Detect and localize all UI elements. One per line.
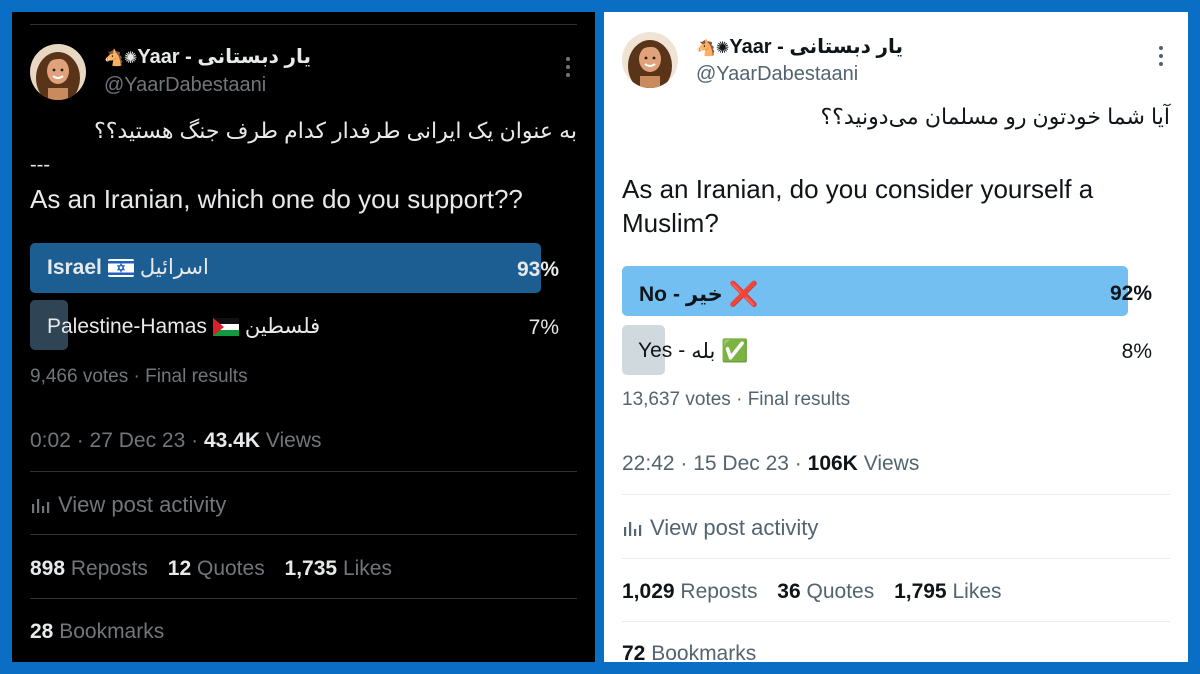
author-handle[interactable]: @YaarDabestaani bbox=[104, 74, 266, 97]
post-timestamp[interactable]: 22:42 · 15 Dec 23 · 106K Views bbox=[622, 452, 919, 476]
engagement-stats: 1,029 Reposts 36 Quotes 1,795 Likes bbox=[622, 580, 1002, 604]
post-timestamp[interactable]: 0:02 · 27 Dec 23 · 43.4K Views bbox=[30, 429, 321, 453]
poll-option-label: No - خیر ❌ bbox=[639, 280, 759, 309]
view-post-activity-label: View post activity bbox=[650, 515, 819, 540]
divider bbox=[622, 558, 1170, 559]
tweet-text-persian: به عنوان یک ایرانی طرفدار کدام طرف جنگ ه… bbox=[94, 118, 577, 143]
right-tweet-card: 🐴✺Yaar - یار دبستانی @YaarDabestaani آیا… bbox=[604, 12, 1188, 662]
name-emoji: 🐴✺ bbox=[104, 50, 138, 67]
likes-count: 1,735 bbox=[284, 557, 338, 580]
divider bbox=[30, 534, 577, 535]
views-count: 106K bbox=[807, 452, 858, 475]
likes-count: 1,795 bbox=[894, 580, 947, 603]
palestine-flag-icon bbox=[212, 317, 239, 336]
poll-option-percent: 7% bbox=[528, 316, 559, 339]
reposts-link[interactable]: 1,029 Reposts bbox=[622, 580, 757, 603]
bookmarks-count: 72 bbox=[622, 642, 646, 662]
poll-vote-count: 9,466 votes bbox=[30, 366, 129, 387]
post-date: 15 Dec 23 bbox=[693, 452, 789, 475]
poll-status: Final results bbox=[747, 389, 851, 410]
poll-option-label: Palestine-Hamas فلسطین bbox=[47, 314, 320, 339]
option-label-en: Israel bbox=[47, 255, 102, 279]
tweet-text-english: As an Iranian, which one do you support?… bbox=[30, 184, 523, 214]
quotes-link[interactable]: 36 Quotes bbox=[777, 580, 874, 603]
cross-mark-icon: ❌ bbox=[728, 281, 759, 308]
likes-link[interactable]: 1,735 Likes bbox=[285, 557, 392, 580]
tweet-text-persian: آیا شما خودتون رو مسلمان می‌دونید؟؟ bbox=[820, 104, 1171, 129]
quotes-label: Quotes bbox=[196, 557, 265, 580]
analytics-icon bbox=[624, 522, 642, 536]
poll-vote-count: 13,637 votes bbox=[622, 389, 731, 410]
quotes-label: Quotes bbox=[806, 580, 875, 603]
view-post-activity-button[interactable]: View post activity bbox=[622, 515, 818, 541]
author-name-text: Yaar - یار دبستانی bbox=[729, 36, 904, 58]
author-name-text: Yaar - یار دبستانی bbox=[137, 46, 312, 68]
poll-option-label: Israel اسرائیل bbox=[47, 255, 209, 280]
views-label: Views bbox=[265, 429, 322, 452]
bookmarks-label: Bookmarks bbox=[59, 620, 165, 643]
divider bbox=[622, 494, 1170, 495]
option-label-dash: - bbox=[673, 282, 680, 306]
view-post-activity-button[interactable]: View post activity bbox=[30, 492, 226, 518]
poll-option-percent: 92% bbox=[1109, 282, 1152, 305]
poll-summary: 9,466 votes · Final results bbox=[30, 366, 248, 387]
views-label: Views bbox=[863, 452, 920, 475]
reposts-label: Reposts bbox=[680, 580, 758, 603]
reposts-label: Reposts bbox=[70, 557, 148, 580]
option-label-fa: بله bbox=[691, 339, 716, 363]
divider bbox=[30, 598, 577, 599]
analytics-icon bbox=[32, 499, 50, 513]
text-separator: --- bbox=[30, 154, 50, 176]
top-divider bbox=[30, 24, 577, 25]
option-label-en: Palestine-Hamas bbox=[47, 314, 207, 338]
reposts-link[interactable]: 898 Reposts bbox=[30, 557, 148, 580]
author-name[interactable]: 🐴✺Yaar - یار دبستانی bbox=[696, 34, 903, 59]
quotes-count: 36 bbox=[777, 580, 801, 603]
name-emoji: 🐴✺ bbox=[696, 40, 730, 57]
bookmarks-stat[interactable]: 28 Bookmarks bbox=[30, 620, 164, 644]
divider bbox=[622, 621, 1170, 622]
poll-option-percent: 8% bbox=[1121, 340, 1152, 363]
poll-summary: 13,637 votes · Final results bbox=[622, 389, 851, 410]
post-time: 0:02 bbox=[30, 429, 71, 452]
poll-status: Final results bbox=[145, 366, 248, 387]
quotes-count: 12 bbox=[167, 557, 192, 580]
option-label-fa: اسرائیل bbox=[139, 256, 209, 279]
option-label-fa: خیر bbox=[686, 283, 723, 306]
author-handle[interactable]: @YaarDabestaani bbox=[696, 63, 858, 86]
check-mark-icon: ✅ bbox=[721, 338, 749, 363]
tweet-text-english: As an Iranian, do you consider yourself … bbox=[622, 174, 1094, 238]
quotes-link[interactable]: 12 Quotes bbox=[168, 557, 265, 580]
likes-label: Likes bbox=[952, 580, 1002, 603]
avatar[interactable] bbox=[622, 32, 678, 88]
post-time: 22:42 bbox=[622, 452, 675, 475]
view-post-activity-label: View post activity bbox=[58, 492, 227, 517]
bookmarks-stat[interactable]: 72 Bookmarks bbox=[622, 642, 756, 662]
author-name[interactable]: 🐴✺Yaar - یار دبستانی bbox=[104, 44, 311, 69]
more-options-icon[interactable] bbox=[1158, 46, 1164, 70]
engagement-stats: 898 Reposts 12 Quotes 1,735 Likes bbox=[30, 557, 392, 581]
more-options-icon[interactable] bbox=[565, 57, 571, 81]
reposts-count: 1,029 bbox=[622, 580, 675, 603]
views-count: 43.4K bbox=[203, 429, 260, 452]
poll-option-percent: 93% bbox=[516, 258, 559, 281]
avatar-illustration-icon bbox=[30, 44, 86, 100]
israel-flag-icon bbox=[107, 258, 134, 277]
avatar-illustration-icon bbox=[622, 32, 678, 88]
option-label-fa: فلسطین bbox=[244, 315, 321, 338]
left-tweet-card: 🐴✺Yaar - یار دبستانی @YaarDabestaani به … bbox=[12, 12, 595, 662]
option-label-dash: - bbox=[678, 339, 686, 362]
reposts-count: 898 bbox=[30, 557, 66, 580]
likes-label: Likes bbox=[342, 557, 392, 580]
post-date: 27 Dec 23 bbox=[89, 429, 186, 452]
poll-option-label: Yes - بله ✅ bbox=[638, 338, 749, 364]
divider bbox=[30, 471, 577, 472]
bookmarks-label: Bookmarks bbox=[651, 642, 757, 662]
option-label-en: Yes bbox=[638, 339, 673, 362]
option-label-en: No bbox=[639, 282, 667, 306]
avatar[interactable] bbox=[30, 44, 86, 100]
likes-link[interactable]: 1,795 Likes bbox=[894, 580, 1001, 603]
bookmarks-count: 28 bbox=[30, 620, 54, 643]
